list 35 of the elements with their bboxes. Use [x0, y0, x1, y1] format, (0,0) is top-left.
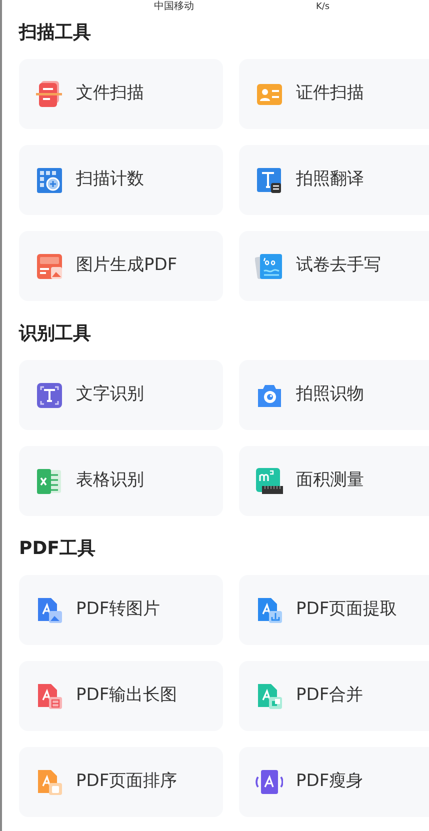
text-translate-icon: [255, 166, 283, 194]
tool-button[interactable]: 证件扫描: [239, 59, 429, 129]
pdf-compress-icon: [255, 768, 283, 796]
pdf-long-image-icon: [35, 682, 63, 710]
section-title: 扫描工具: [19, 21, 92, 45]
tool-button[interactable]: PDF输出长图: [19, 661, 223, 731]
tool-button[interactable]: 面积测量: [239, 446, 429, 516]
test-paper-icon: [255, 252, 283, 280]
tool-button[interactable]: 文件扫描: [19, 59, 223, 129]
tool-button[interactable]: PDF瘦身: [239, 747, 429, 817]
tool-button[interactable]: 表格识别: [19, 446, 223, 516]
pdf-merge-icon: [255, 682, 283, 710]
text-recognition-icon: [35, 381, 63, 409]
tool-button[interactable]: PDF转图片: [19, 575, 223, 645]
pdf-extract-icon: [255, 596, 283, 624]
pdf-image-icon: [35, 252, 63, 280]
tool-button[interactable]: 拍照翻译: [239, 145, 429, 215]
spreadsheet-icon: [35, 467, 63, 495]
tool-button[interactable]: 图片生成PDF: [19, 231, 223, 301]
tool-button[interactable]: 拍照识物: [239, 360, 429, 430]
network-speed: K/s: [316, 1, 330, 13]
section-title: 识别工具: [19, 322, 92, 346]
section-title: PDF工具: [19, 537, 96, 561]
tool-button[interactable]: 扫描计数: [19, 145, 223, 215]
tool-button[interactable]: 文字识别: [19, 360, 223, 430]
tool-button[interactable]: PDF页面排序: [19, 747, 223, 817]
pdf-image-icon: [35, 596, 63, 624]
document-scan-icon: [35, 80, 63, 108]
pdf-sort-icon: [35, 768, 63, 796]
tool-button[interactable]: PDF合并: [239, 661, 429, 731]
tool-button[interactable]: PDF页面提取: [239, 575, 429, 645]
tool-button[interactable]: 试卷去手写: [239, 231, 429, 301]
grid-magnifier-icon: [35, 166, 63, 194]
area-ruler-icon: [255, 467, 283, 495]
carrier-name: 中国移动: [154, 1, 194, 13]
